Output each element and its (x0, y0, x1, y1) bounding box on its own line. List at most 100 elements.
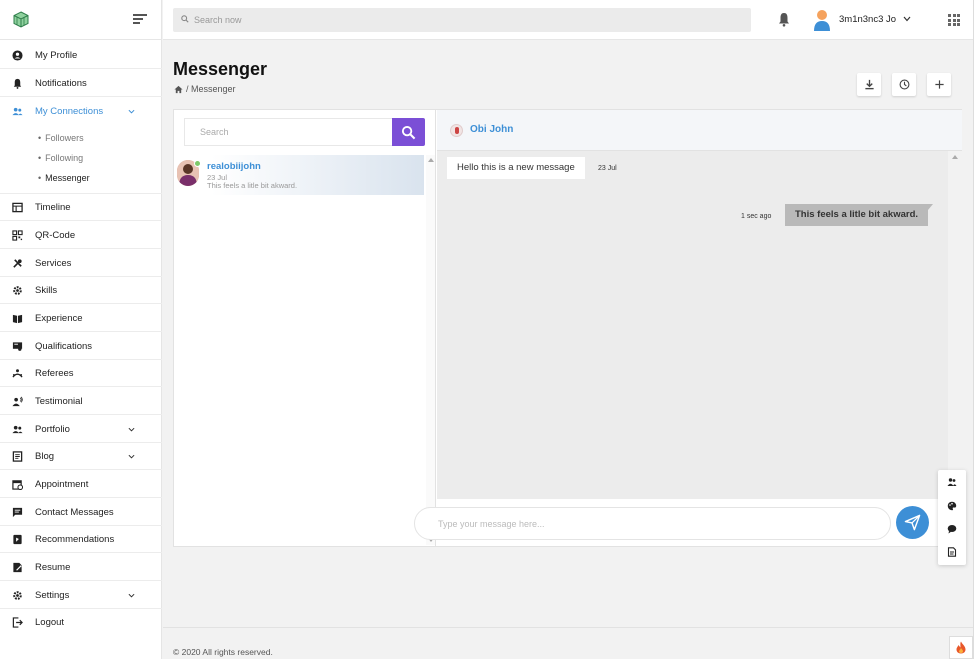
contact-name: realobiijohn (207, 161, 261, 172)
message-time: 23 Jul (598, 165, 617, 172)
chat-bubble-icon[interactable] (947, 524, 957, 534)
username-label[interactable]: 3m1n3nc3 Jo (839, 14, 896, 25)
sidebar-item-label: My Connections (35, 106, 104, 117)
menu-toggle-icon[interactable] (133, 14, 147, 25)
sidebar-item-label: Experience (35, 312, 83, 324)
users-tool-icon[interactable] (947, 477, 957, 487)
timeline-icon (12, 202, 23, 213)
sidebar-item-my-profile[interactable]: My Profile (0, 42, 162, 69)
chat-scrollbar[interactable] (948, 151, 962, 499)
plus-icon (934, 80, 944, 89)
clock-icon (899, 79, 909, 90)
sidebar-item-services[interactable]: Services (0, 250, 162, 277)
apps-grid-icon[interactable] (948, 14, 960, 26)
sidebar-item-timeline[interactable]: Timeline (0, 194, 162, 221)
sidebar-item-blog[interactable]: Blog (0, 443, 162, 470)
user-circle-icon (12, 49, 23, 61)
message-icon (12, 507, 23, 518)
floating-toolbar (938, 470, 966, 565)
sidebar-item-qualifications[interactable]: Qualifications (0, 333, 162, 360)
topbar: 3m1n3nc3 Jo (163, 0, 973, 40)
recommend-icon (12, 534, 23, 545)
page-scrollbar[interactable] (973, 0, 977, 659)
home-icon[interactable] (174, 85, 183, 94)
palette-icon[interactable] (947, 501, 957, 511)
send-button[interactable] (896, 506, 929, 539)
footer-divider (163, 627, 973, 628)
breadcrumb-current: / Messenger (186, 84, 236, 94)
contact-list-item[interactable]: realobiijohn 23 Jul This feels a litle b… (174, 155, 424, 195)
message-input[interactable] (438, 508, 878, 539)
chat-contact-name[interactable]: Obi John (470, 124, 513, 135)
calendar-icon (12, 479, 23, 490)
contact-search-button[interactable] (392, 118, 425, 146)
sidebar-item-logout[interactable]: Logout (0, 609, 162, 636)
message-composer[interactable] (414, 507, 891, 540)
sidebar: My Profile Notifications My Connections … (0, 0, 162, 659)
sidebar-item-label: Settings (35, 589, 70, 601)
contact-search[interactable] (184, 118, 392, 146)
settings-icon (12, 590, 23, 601)
notifications-bell-icon[interactable] (777, 12, 791, 27)
history-button[interactable] (892, 73, 916, 96)
sidebar-item-portfolio[interactable]: Portfolio (0, 416, 162, 443)
brand-bar (0, 0, 161, 40)
chevron-down-icon[interactable] (128, 108, 135, 115)
contacts-scrollbar[interactable] (426, 155, 435, 545)
fire-button[interactable] (949, 636, 973, 659)
sidebar-subitem-followers[interactable]: Followers (38, 133, 84, 143)
resume-icon (12, 562, 23, 573)
sidebar-item-appointment[interactable]: Appointment (0, 471, 162, 498)
chat-avatar (450, 124, 463, 137)
scroll-up-arrow-icon[interactable] (952, 155, 958, 159)
document-icon[interactable] (947, 547, 957, 557)
fire-icon (956, 641, 966, 654)
add-button[interactable] (927, 73, 951, 96)
global-search[interactable] (173, 8, 751, 32)
contact-search-input[interactable] (185, 119, 385, 145)
logo-icon[interactable] (13, 11, 29, 29)
sidebar-item-label: Appointment (35, 478, 89, 490)
sidebar-item-label: Portfolio (35, 423, 70, 435)
logout-icon (12, 617, 23, 628)
testimonial-icon (12, 396, 23, 407)
sidebar-subitem-messenger[interactable]: Messenger (38, 173, 90, 183)
sidebar-item-label: Testimonial (35, 395, 83, 407)
sidebar-item-qr-code[interactable]: QR-Code (0, 222, 162, 249)
send-icon (904, 514, 921, 531)
sidebar-item-my-connections[interactable]: My Connections (0, 98, 162, 125)
chevron-down-icon[interactable] (128, 426, 135, 433)
sidebar-item-testimonial[interactable]: Testimonial (0, 388, 162, 415)
sidebar-item-contact-messages[interactable]: Contact Messages (0, 499, 162, 526)
tools-icon (12, 258, 23, 269)
footer-copyright: © 2020 All rights reserved. (173, 647, 273, 657)
search-icon (401, 125, 416, 139)
chevron-down-icon[interactable] (128, 592, 135, 599)
qr-code-icon (12, 229, 23, 241)
bell-icon (12, 78, 23, 89)
scroll-up-arrow-icon[interactable] (428, 158, 434, 162)
search-input[interactable] (194, 8, 734, 32)
sidebar-item-label: Timeline (35, 201, 71, 213)
sidebar-item-label: Notifications (35, 77, 87, 89)
sidebar-item-skills[interactable]: Skills (0, 277, 162, 304)
download-button[interactable] (857, 73, 881, 96)
sidebar-item-label: QR-Code (35, 229, 76, 241)
referees-icon (12, 368, 23, 379)
chevron-down-icon[interactable] (128, 453, 135, 460)
outgoing-message: This feels a litle bit akward. (785, 204, 934, 226)
sidebar-item-recommendations[interactable]: Recommendations (0, 526, 162, 553)
sidebar-item-experience[interactable]: Experience (0, 305, 162, 332)
sidebar-item-notifications[interactable]: Notifications (0, 70, 162, 97)
sidebar-item-resume[interactable]: Resume (0, 554, 162, 581)
sidebar-item-label: Skills (35, 284, 58, 296)
sidebar-item-settings[interactable]: Settings (0, 582, 162, 609)
sidebar-subitem-following[interactable]: Following (38, 153, 83, 163)
chevron-down-icon[interactable] (903, 16, 911, 22)
download-icon (864, 79, 874, 90)
sidebar-item-referees[interactable]: Referees (0, 360, 162, 387)
sidebar-item-label: Qualifications (35, 340, 93, 352)
page-title: Messenger (173, 59, 268, 79)
chat-messages-area: Hello this is a new message 23 Jul 1 sec… (437, 151, 948, 499)
user-avatar[interactable] (813, 9, 831, 31)
